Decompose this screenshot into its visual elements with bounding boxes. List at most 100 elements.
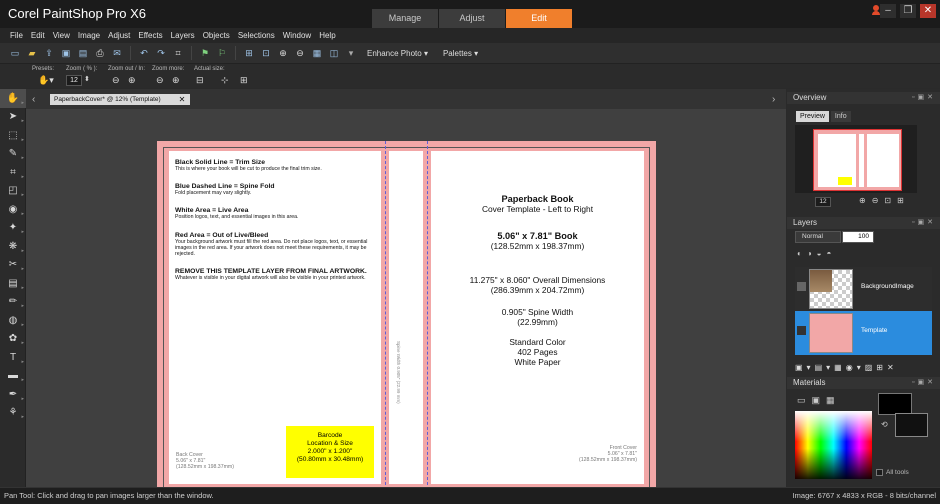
warp-brush-icon[interactable]: ⚘ bbox=[0, 404, 26, 423]
panel-controls[interactable]: ▫▣✕ bbox=[912, 377, 936, 389]
zoom-percent-input[interactable]: 12 bbox=[66, 75, 82, 86]
flag-alt-icon[interactable]: ⚐ bbox=[215, 46, 229, 60]
actual-size-icon[interactable]: ⊟ bbox=[196, 75, 204, 86]
tab-adjust[interactable]: Adjust bbox=[439, 9, 505, 28]
menu-effects[interactable]: Effects bbox=[134, 28, 166, 43]
layer-mode-icons[interactable]: ◐◑◒◓ bbox=[797, 249, 836, 258]
palettes-menu[interactable]: Palettes ▾ bbox=[437, 49, 484, 58]
overview-thumbnail[interactable] bbox=[813, 129, 902, 191]
crop-icon[interactable]: ⌗ bbox=[171, 46, 185, 60]
zoom-out-icon[interactable]: ⊖ bbox=[293, 46, 307, 60]
new-file-icon[interactable]: ▭ bbox=[8, 46, 22, 60]
swap-materials-icon[interactable]: ⟲ bbox=[881, 420, 888, 429]
color-palette[interactable] bbox=[795, 411, 872, 479]
layers-toolbar[interactable]: ▣▾▤▾▦◉▾▨⊞✕ bbox=[795, 363, 898, 372]
document-tab[interactable]: PaperbackCover* @ 12% (Template) bbox=[50, 94, 190, 105]
blend-mode-select[interactable]: Normal bbox=[795, 231, 841, 243]
minimize-button[interactable]: – bbox=[880, 4, 896, 18]
menu-adjust[interactable]: Adjust bbox=[104, 28, 134, 43]
materials-mode-icons[interactable]: ▭▣▦ bbox=[797, 395, 841, 406]
tab-scroll-left-icon[interactable]: ‹ bbox=[32, 94, 35, 105]
back-cover-instructions: Black Solid Line = Trim Size This is whe… bbox=[175, 159, 375, 292]
menu-selections[interactable]: Selections bbox=[234, 28, 279, 43]
save-as-icon[interactable]: ▤ bbox=[76, 46, 90, 60]
layer-row[interactable]: BackgroundImage bbox=[795, 267, 932, 311]
background-color-swatch[interactable] bbox=[895, 413, 928, 437]
straighten-tool-icon[interactable]: ◰ bbox=[0, 182, 26, 201]
canvas[interactable]: Black Solid Line = Trim Size This is whe… bbox=[26, 109, 786, 495]
pan-tool-icon[interactable]: ✋ bbox=[0, 89, 26, 108]
menu-edit[interactable]: Edit bbox=[27, 28, 49, 43]
open-folder-icon[interactable]: ▰ bbox=[25, 46, 39, 60]
tab-edit[interactable]: Edit bbox=[506, 9, 572, 28]
grid-icon[interactable]: ⊞ bbox=[242, 46, 256, 60]
zoom-out-icon[interactable]: ⊖ bbox=[112, 75, 120, 86]
panel-controls[interactable]: ▫▣✕ bbox=[912, 217, 936, 229]
clone-tool-icon[interactable]: ❋ bbox=[0, 237, 26, 256]
zoom-more-in-icon[interactable]: ⊕ bbox=[172, 75, 180, 86]
email-icon[interactable]: ✉ bbox=[110, 46, 124, 60]
front-color: Standard Color bbox=[509, 337, 566, 347]
print-icon[interactable]: ⎙ bbox=[93, 46, 107, 60]
menu-window[interactable]: Window bbox=[279, 28, 315, 43]
gradient-tool-icon[interactable]: ▤ bbox=[0, 274, 26, 293]
opacity-input[interactable]: 100 bbox=[842, 231, 874, 243]
undo-icon[interactable]: ↶ bbox=[137, 46, 151, 60]
restore-button[interactable]: ❐ bbox=[900, 4, 916, 18]
zoom-in-icon[interactable]: ⊕ bbox=[276, 46, 290, 60]
selection-tool-icon[interactable]: ⬚ bbox=[0, 126, 26, 145]
enhance-photo-menu[interactable]: Enhance Photo ▾ bbox=[361, 49, 434, 58]
menu-image[interactable]: Image bbox=[74, 28, 104, 43]
fit-window-icon[interactable]: ⊞ bbox=[240, 75, 248, 86]
menu-file[interactable]: File bbox=[6, 28, 27, 43]
zoom-more-out-icon[interactable]: ⊖ bbox=[156, 75, 164, 86]
fit-icon[interactable]: ⊹ bbox=[221, 75, 229, 86]
flag-icon[interactable]: ⚑ bbox=[198, 46, 212, 60]
redo-icon[interactable]: ↷ bbox=[154, 46, 168, 60]
layer-visibility-icon[interactable] bbox=[797, 282, 806, 291]
overview-zoom-input[interactable]: 12 bbox=[815, 197, 831, 207]
paint-brush-icon[interactable]: ✏ bbox=[0, 293, 26, 312]
pick-tool-icon[interactable]: ➤ bbox=[0, 108, 26, 127]
menu-objects[interactable]: Objects bbox=[199, 28, 234, 43]
pen-tool-icon[interactable]: ✒ bbox=[0, 385, 26, 404]
front-overall-mm: (286.39mm x 204.72mm) bbox=[490, 285, 585, 295]
menu-view[interactable]: View bbox=[49, 28, 74, 43]
foreground-color-swatch[interactable] bbox=[878, 393, 912, 415]
fit-window-icon[interactable]: ⊡ bbox=[259, 46, 273, 60]
eye-icon[interactable] bbox=[797, 326, 806, 335]
scratch-remover-icon[interactable]: ✂ bbox=[0, 256, 26, 275]
pan-preset-icon[interactable]: ✋▾ bbox=[38, 75, 54, 86]
zoom-stepper-icon[interactable]: ⬍ bbox=[84, 75, 90, 83]
red-eye-tool-icon[interactable]: ◉ bbox=[0, 200, 26, 219]
panel-controls[interactable]: ▫▣✕ bbox=[912, 92, 936, 104]
close-tab-icon[interactable]: ✕ bbox=[176, 94, 188, 105]
tab-info[interactable]: Info bbox=[830, 111, 851, 122]
text-tool-icon[interactable]: T bbox=[0, 348, 26, 367]
full-screen-icon[interactable]: ◫ bbox=[327, 46, 341, 60]
shape-tool-icon[interactable]: ▬ bbox=[0, 367, 26, 386]
menu-layers[interactable]: Layers bbox=[167, 28, 199, 43]
user-icon[interactable] bbox=[872, 5, 880, 15]
tab-manage[interactable]: Manage bbox=[372, 9, 438, 28]
dropper-tool-icon[interactable]: ✎ bbox=[0, 145, 26, 164]
cover-template-page[interactable]: Black Solid Line = Trim Size This is whe… bbox=[157, 141, 656, 495]
color-replacer-icon[interactable]: ✿ bbox=[0, 330, 26, 349]
tab-scroll-right-icon[interactable]: › bbox=[772, 94, 775, 105]
zoom-in-icon[interactable]: ⊕ bbox=[128, 75, 136, 86]
fill-tool-icon[interactable]: ◍ bbox=[0, 311, 26, 330]
zoom-more-label: Zoom more: bbox=[152, 66, 185, 72]
all-tools-checkbox[interactable] bbox=[876, 469, 883, 476]
overview-zoom-buttons[interactable]: ⊕⊖⊡⊞ bbox=[859, 196, 910, 205]
import-icon[interactable]: ⇪ bbox=[42, 46, 56, 60]
tab-preview[interactable]: Preview bbox=[796, 111, 829, 122]
fit-image-icon[interactable]: ▦ bbox=[310, 46, 324, 60]
makeover-tool-icon[interactable]: ✦ bbox=[0, 219, 26, 238]
menu-help[interactable]: Help bbox=[315, 28, 339, 43]
dropdown-arrow-icon[interactable]: ▾ bbox=[344, 46, 358, 60]
layer-row-selected[interactable]: Template bbox=[795, 311, 932, 355]
materials-title: Materials bbox=[793, 378, 826, 387]
close-button[interactable]: ✕ bbox=[920, 4, 936, 18]
save-icon[interactable]: ▣ bbox=[59, 46, 73, 60]
crop-tool-icon[interactable]: ⌗ bbox=[0, 163, 26, 182]
